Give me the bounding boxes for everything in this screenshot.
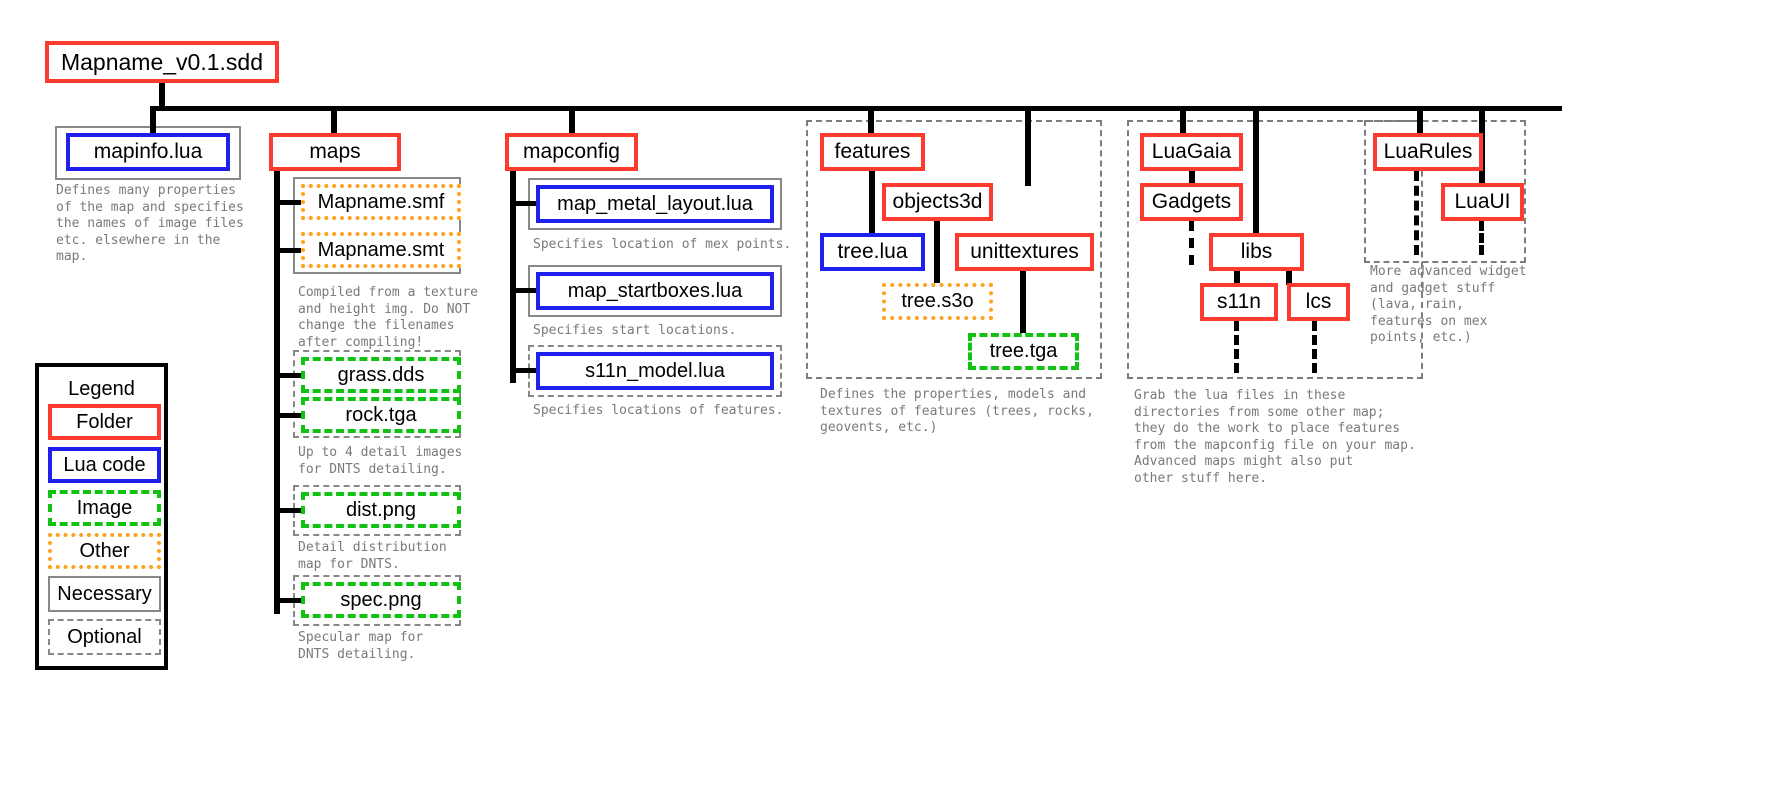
node-s11n[interactable]: s11n bbox=[1200, 283, 1278, 321]
diagram-canvas: Mapname_v0.1.sdd mapinfo.lua Defines man… bbox=[0, 0, 1777, 794]
node-luarules[interactable]: LuaRules bbox=[1373, 133, 1483, 171]
node-spec-png[interactable]: spec.png bbox=[301, 582, 461, 618]
connector-drop-luagaia bbox=[1180, 106, 1186, 134]
connector-lcs-deeper-dashed bbox=[1312, 321, 1317, 373]
caption-mapinfo: Defines many properties of the map and s… bbox=[56, 183, 244, 264]
node-mapname-smt[interactable]: Mapname.smt bbox=[301, 232, 461, 268]
node-maps[interactable]: maps bbox=[269, 133, 401, 171]
connector-drop-libs bbox=[1253, 106, 1259, 234]
node-gadgets[interactable]: Gadgets bbox=[1140, 183, 1243, 221]
node-map-metal-layout-lua[interactable]: map_metal_layout.lua bbox=[536, 185, 774, 223]
node-label: maps bbox=[309, 140, 361, 163]
node-label: dist.png bbox=[345, 498, 417, 521]
caption-maps-detail: Up to 4 detail images for DNTS detailing… bbox=[298, 445, 463, 477]
node-label: objects3d bbox=[892, 190, 983, 213]
node-label: spec.png bbox=[340, 588, 422, 611]
node-label: unittextures bbox=[970, 240, 1079, 263]
node-lcs[interactable]: lcs bbox=[1287, 283, 1350, 321]
caption-mapconfig-s11n: Specifies locations of features. bbox=[533, 403, 784, 418]
node-s11n-model-lua[interactable]: s11n_model.lua bbox=[536, 352, 774, 390]
node-tree-lua[interactable]: tree.lua bbox=[820, 233, 925, 271]
node-root-sdd[interactable]: Mapname_v0.1.sdd bbox=[45, 41, 279, 83]
node-luaui[interactable]: LuaUI bbox=[1441, 183, 1524, 221]
caption-mapconfig-metal: Specifies location of mex points. bbox=[533, 237, 792, 252]
node-unittextures[interactable]: unittextures bbox=[955, 233, 1094, 271]
node-mapconfig[interactable]: mapconfig bbox=[505, 133, 638, 171]
node-label: LuaGaia bbox=[1151, 140, 1232, 163]
node-label: tree.tga bbox=[989, 340, 1058, 362]
legend-title: Legend bbox=[68, 378, 135, 400]
node-label: mapconfig bbox=[523, 140, 620, 163]
node-label: Mapname.smf bbox=[317, 190, 445, 213]
node-label: map_startboxes.lua bbox=[567, 279, 743, 302]
node-label: tree.lua bbox=[837, 240, 908, 263]
node-mapname-smf[interactable]: Mapname.smf bbox=[301, 184, 461, 220]
node-grass-dds[interactable]: grass.dds bbox=[301, 357, 461, 393]
connector-main-bus bbox=[150, 106, 1562, 111]
node-label: Gadgets bbox=[1151, 190, 1232, 213]
connector-drop-maps bbox=[331, 106, 337, 134]
node-label: mapinfo.lua bbox=[93, 140, 203, 163]
node-label: libs bbox=[1240, 240, 1273, 263]
connector-objects3d-trees3o bbox=[934, 221, 940, 285]
node-label: Mapname.smt bbox=[317, 238, 445, 261]
node-label: grass.dds bbox=[337, 363, 425, 386]
node-map-startboxes-lua[interactable]: map_startboxes.lua bbox=[536, 272, 774, 310]
node-label: rock.tga bbox=[345, 403, 417, 426]
connector-unittextures-treetga bbox=[1020, 271, 1026, 335]
legend-item-lua-code: Lua code bbox=[48, 447, 161, 483]
node-mapinfo-lua[interactable]: mapinfo.lua bbox=[66, 133, 230, 171]
caption-maps-spec: Specular map for DNTS detailing. bbox=[298, 630, 424, 662]
connector-drop-mapconfig bbox=[569, 106, 575, 134]
node-luagaia[interactable]: LuaGaia bbox=[1140, 133, 1243, 171]
node-objects3d[interactable]: objects3d bbox=[882, 183, 993, 221]
legend-label: Folder bbox=[76, 410, 133, 433]
connector-drop-features bbox=[868, 106, 874, 134]
connector-drop-luarules bbox=[1417, 106, 1423, 134]
node-label: map_metal_layout.lua bbox=[557, 192, 753, 215]
connector-drop-objects3d bbox=[1025, 106, 1031, 186]
caption-mapconfig-startboxes: Specifies start locations. bbox=[533, 323, 737, 338]
connector-features-treelua bbox=[869, 171, 875, 235]
node-features[interactable]: features bbox=[820, 133, 925, 171]
node-dist-png[interactable]: dist.png bbox=[301, 492, 461, 528]
caption-luarules: More advanced widget and gadget stuff (l… bbox=[1370, 264, 1527, 345]
legend-item-other: Other bbox=[48, 533, 161, 569]
legend-item-necessary: Necessary bbox=[48, 576, 161, 612]
connector-s11n-deeper-dashed bbox=[1234, 321, 1239, 373]
node-label: LuaUI bbox=[1454, 190, 1511, 213]
caption-maps-compiled: Compiled from a texture and height img. … bbox=[298, 285, 479, 350]
caption-luagaia: Grab the lua files in these directories … bbox=[1134, 388, 1416, 486]
connector-luaui-deeper-dashed bbox=[1479, 221, 1484, 255]
legend-item-optional: Optional bbox=[48, 619, 161, 655]
node-label: LuaRules bbox=[1383, 140, 1473, 163]
caption-features: Defines the properties, models and textu… bbox=[820, 387, 1094, 435]
legend-item-image: Image bbox=[48, 490, 161, 526]
connector-luarules-deeper-dashed bbox=[1414, 171, 1419, 255]
node-label: s11n_model.lua bbox=[585, 359, 725, 382]
caption-maps-dist: Detail distribution map for DNTS. bbox=[298, 540, 447, 572]
node-label: features bbox=[834, 140, 911, 163]
node-label: Mapname_v0.1.sdd bbox=[60, 48, 263, 75]
node-rock-tga[interactable]: rock.tga bbox=[301, 397, 461, 433]
node-tree-tga[interactable]: tree.tga bbox=[968, 333, 1079, 370]
node-tree-s3o[interactable]: tree.s3o bbox=[882, 283, 993, 320]
legend-label: Lua code bbox=[63, 453, 146, 476]
legend-label: Image bbox=[76, 496, 133, 519]
legend-panel: Legend Folder Lua code Image Other Neces… bbox=[35, 363, 168, 670]
legend-label: Optional bbox=[67, 625, 142, 648]
legend-label: Necessary bbox=[57, 582, 152, 605]
legend-label: Other bbox=[79, 539, 130, 562]
node-label: tree.s3o bbox=[901, 290, 974, 312]
node-libs[interactable]: libs bbox=[1209, 233, 1304, 271]
connector-maps-spine bbox=[274, 171, 280, 614]
legend-item-folder: Folder bbox=[48, 404, 161, 440]
node-label: s11n bbox=[1217, 290, 1261, 313]
node-label: lcs bbox=[1305, 290, 1332, 313]
connector-gadgets-deeper-dashed bbox=[1189, 221, 1194, 265]
